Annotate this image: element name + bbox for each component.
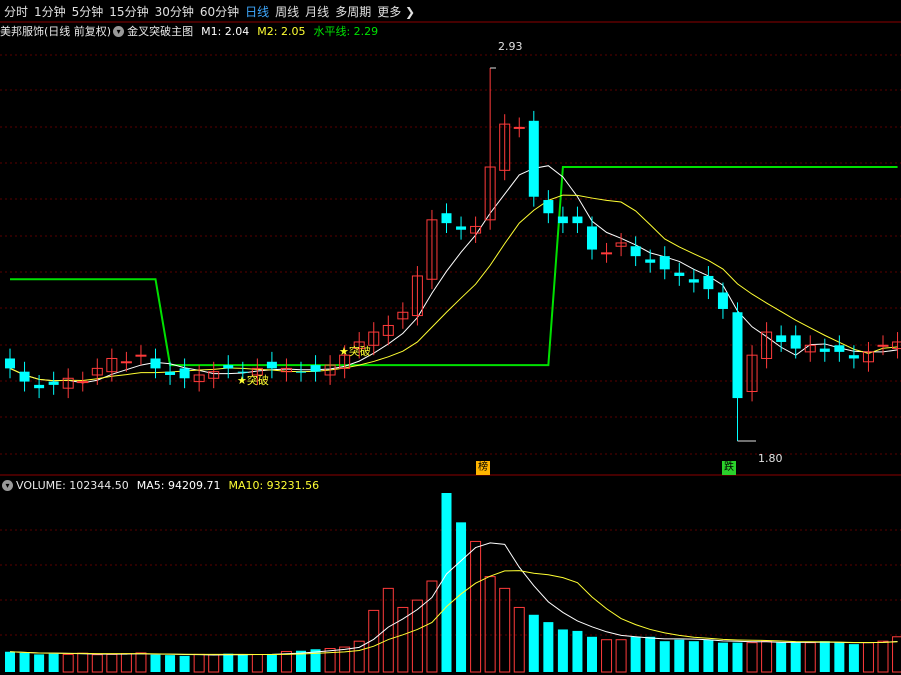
candle-body	[77, 381, 89, 384]
low-price-label: 1.80	[758, 452, 783, 465]
volume-bar	[266, 653, 277, 672]
candle-body	[165, 371, 176, 375]
volume-bar	[659, 641, 670, 672]
volume-ma5-line	[9, 542, 898, 656]
high-price-label: 2.93	[498, 40, 523, 53]
candle-body	[296, 371, 306, 373]
volume-bar	[339, 646, 351, 673]
volume-bar	[674, 639, 685, 672]
candle-body	[150, 358, 161, 369]
candle-body	[135, 354, 147, 357]
candle-body	[48, 381, 59, 385]
volume-bar	[62, 653, 74, 673]
candle-body	[630, 246, 641, 257]
volume-bar	[717, 642, 728, 672]
candle-body	[776, 335, 787, 342]
candle-body	[877, 344, 889, 347]
volume-bar	[165, 655, 176, 672]
volume-bar	[208, 654, 220, 673]
candle-body	[179, 368, 190, 379]
volume-bar	[804, 642, 816, 673]
volume-bar	[688, 641, 699, 672]
volume-bar	[135, 652, 147, 673]
volume-bar	[703, 639, 714, 672]
candle-body	[645, 259, 656, 263]
volume-bar	[251, 654, 263, 673]
volume-bar	[5, 651, 15, 672]
volume-bar	[48, 653, 59, 672]
volume-bar	[732, 642, 743, 672]
volume-bar	[543, 622, 554, 672]
volume-bar	[120, 653, 132, 673]
candle-body	[456, 226, 467, 230]
ma-fast-line	[9, 165, 898, 384]
candle-body	[572, 216, 583, 224]
volume-bar	[19, 652, 30, 672]
volume-bar	[150, 654, 161, 672]
volume-bar	[790, 642, 801, 672]
candle-body	[513, 126, 525, 129]
volume-bar	[484, 576, 496, 673]
badge-top-list: 榜	[476, 461, 490, 475]
volume-bar	[513, 606, 525, 673]
candle-body	[790, 335, 801, 349]
volume-bar	[557, 629, 568, 672]
candle-body	[717, 292, 728, 309]
volume-bar	[645, 636, 656, 672]
volume-bar	[193, 653, 205, 673]
candle-body	[5, 358, 15, 369]
volume-bar	[877, 640, 889, 673]
candle-body	[223, 365, 234, 369]
candle-body	[19, 371, 30, 382]
volume-bar	[470, 540, 482, 673]
volume-bar	[615, 639, 627, 673]
volume-bar	[91, 654, 103, 673]
candle-body	[441, 213, 452, 224]
candle-body	[659, 256, 670, 270]
candle-body	[848, 355, 859, 359]
candle-body	[587, 226, 597, 250]
candle-body	[601, 252, 613, 255]
volume-bar	[761, 640, 773, 673]
signal-label-1: ★突破	[237, 374, 269, 387]
volume-bar	[776, 642, 787, 672]
volume-bar	[34, 654, 45, 672]
candle-body	[120, 361, 132, 364]
volume-bar	[630, 636, 641, 672]
volume-bar	[426, 580, 438, 673]
volume-bar	[411, 599, 423, 673]
volume-bar	[601, 639, 613, 673]
volume-bar	[223, 653, 234, 672]
candle-body	[834, 345, 845, 352]
signal-label-2: ★突破	[339, 345, 371, 358]
candle-body	[674, 272, 685, 276]
volume-bar	[237, 654, 248, 672]
candle-body	[266, 361, 277, 369]
volume-bar	[862, 642, 874, 673]
candle-body	[543, 200, 554, 214]
volume-bar	[77, 652, 89, 673]
candle-body	[688, 279, 699, 283]
candle-body	[732, 312, 743, 399]
volume-bar	[834, 642, 845, 672]
candle-body	[703, 275, 714, 290]
volume-bar	[819, 641, 830, 672]
volume-bar	[746, 642, 758, 673]
volume-bar	[528, 614, 539, 672]
ma-slow-line	[9, 194, 898, 382]
candle-body	[557, 216, 568, 224]
candle-body	[528, 120, 539, 197]
volume-bar	[587, 636, 597, 672]
kline-chart[interactable]	[0, 0, 901, 675]
volume-bar	[848, 644, 859, 672]
volume-bar	[572, 630, 583, 672]
candle-body	[819, 348, 830, 352]
volume-bar	[441, 493, 452, 672]
candle-body	[310, 365, 321, 372]
volume-bar	[106, 653, 118, 673]
volume-bar	[499, 587, 511, 673]
candle-body	[34, 384, 45, 389]
volume-bar	[179, 655, 190, 672]
badge-down: 跌	[722, 461, 736, 475]
